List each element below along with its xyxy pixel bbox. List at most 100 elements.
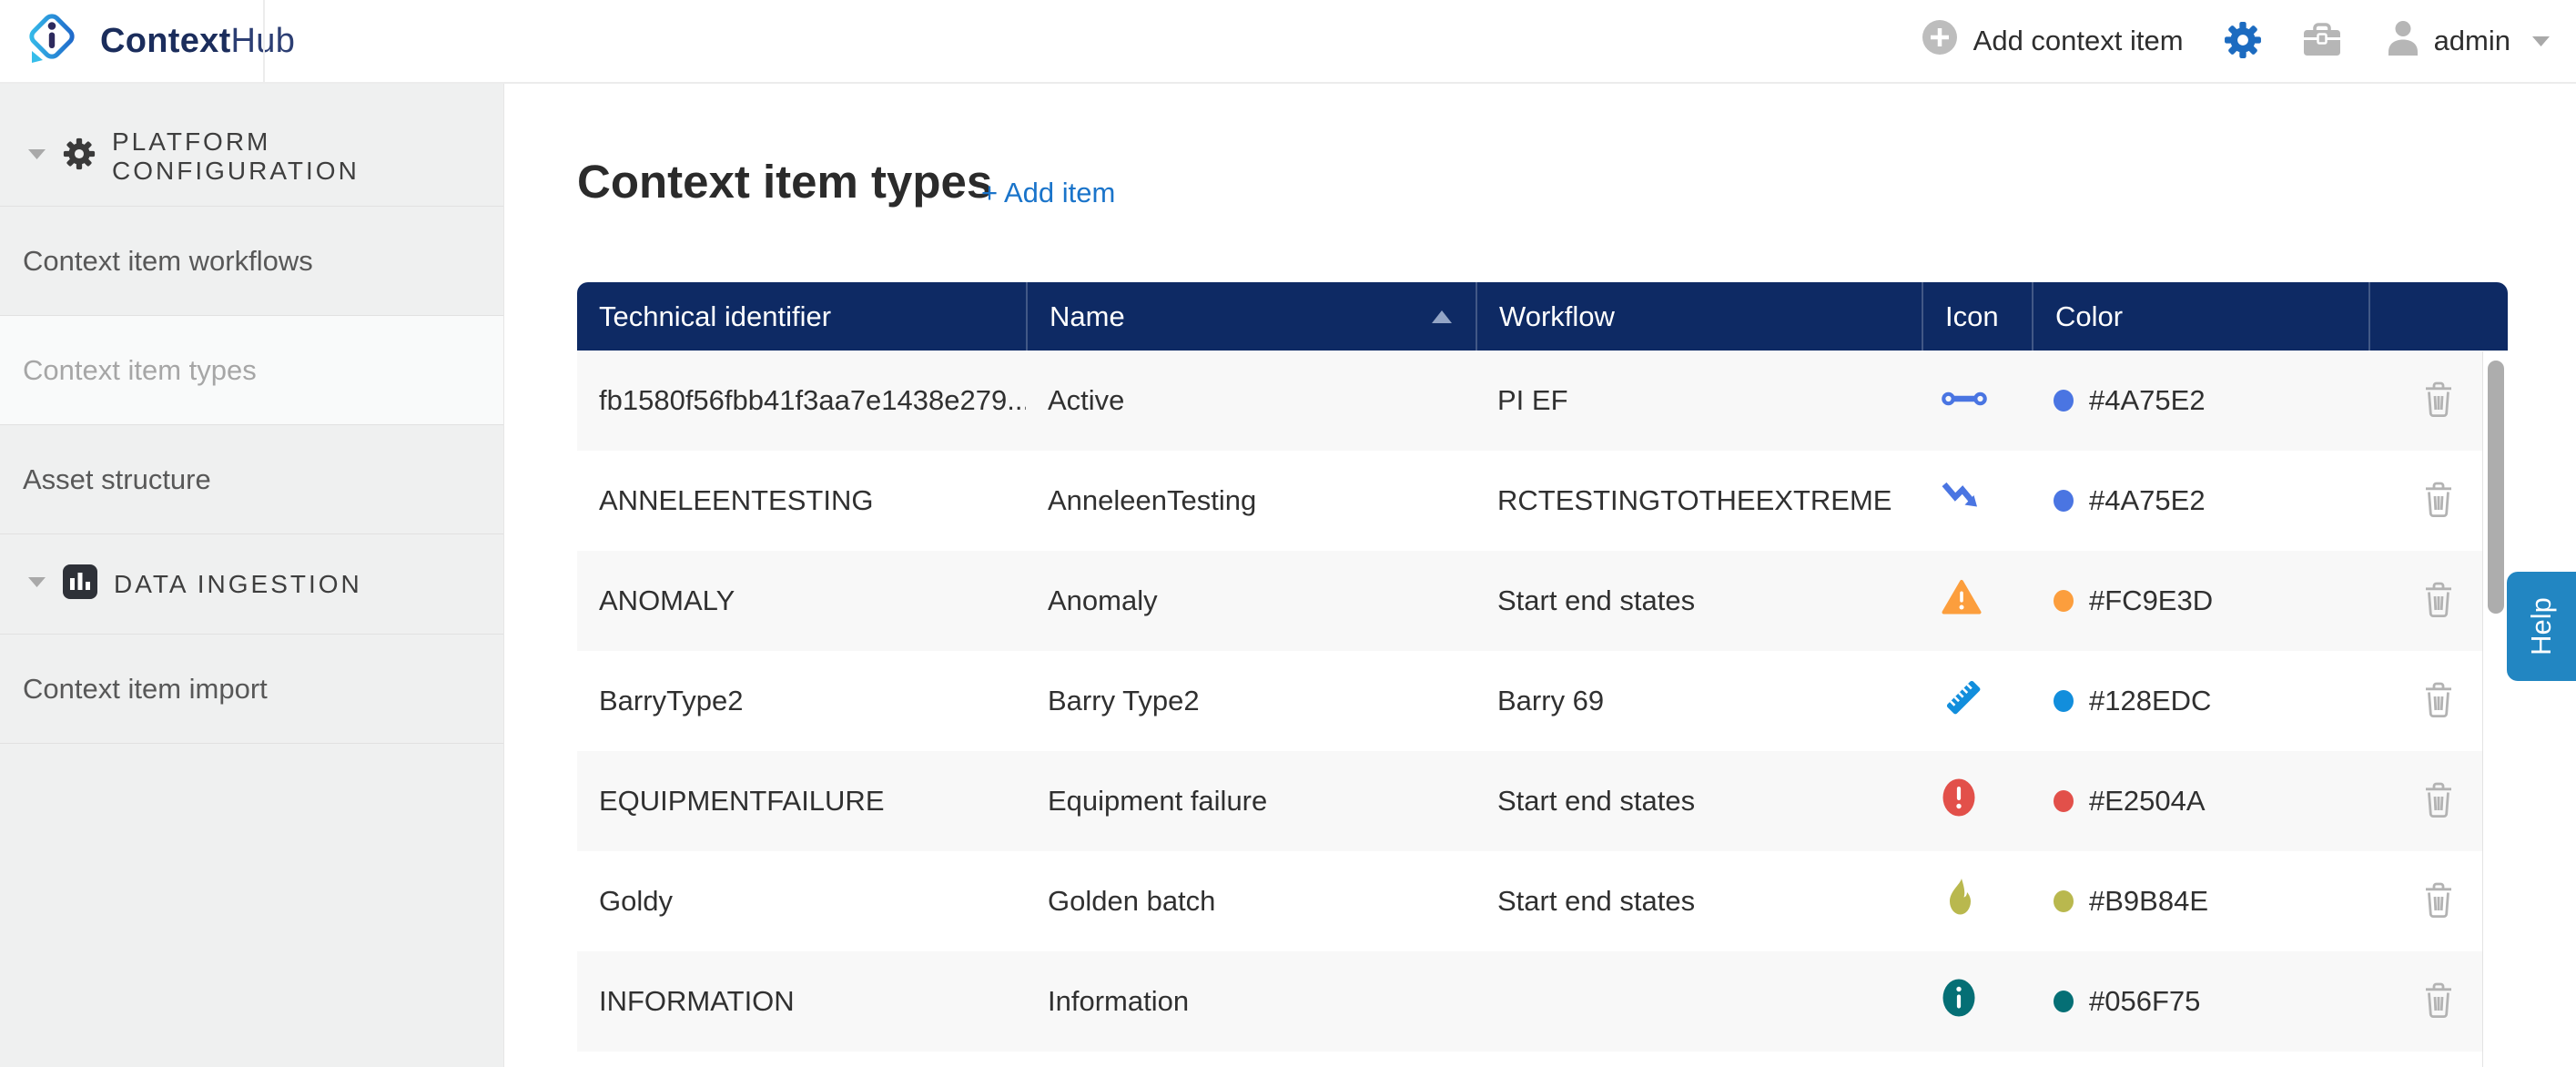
color-dot <box>2054 490 2074 512</box>
sidebar-item-label: Context item workflows <box>23 245 313 278</box>
trash-icon <box>2424 582 2453 621</box>
settings-button[interactable] <box>2224 21 2262 62</box>
cell-color: #4A75E2 <box>2032 351 2368 451</box>
contexthub-logo-icon <box>24 10 80 73</box>
table-header-row: Technical identifier NameWorkflowIcon Colo… <box>577 282 2508 351</box>
color-dot <box>2054 590 2074 612</box>
delete-button[interactable] <box>2424 482 2453 521</box>
user-menu[interactable]: admin <box>2386 19 2551 63</box>
delete-button[interactable] <box>2424 582 2453 621</box>
cell-color: #B9B84E <box>2032 851 2368 951</box>
color-dot <box>2054 890 2074 912</box>
top-bar-actions: Add context item admin <box>1922 19 2576 63</box>
cell-icon <box>1922 651 2032 751</box>
color-hex-label: #128EDC <box>2089 685 2211 717</box>
column-header-name[interactable]: Name <box>1026 282 1476 351</box>
add-context-item-label: Add context item <box>1973 25 2184 57</box>
column-header-technical-identifier[interactable]: Technical identifier <box>577 282 1026 351</box>
table-row[interactable]: INFORMATIONInformation#056F75 <box>577 951 2508 1052</box>
cell-icon <box>1922 351 2032 451</box>
cell-workflow: Start end states <box>1476 751 1922 851</box>
table-row[interactable]: ANNELEENTESTINGAnneleenTestingRCTESTINGT… <box>577 451 2508 551</box>
plus-circle-icon <box>1922 19 1958 63</box>
header-divider <box>263 0 265 82</box>
flame-icon <box>1942 877 1978 926</box>
toolbox-icon <box>2302 21 2342 62</box>
column-header-icon[interactable]: Icon <box>1922 282 2032 351</box>
trash-icon <box>2424 982 2453 1021</box>
help-tab[interactable]: Help <box>2507 572 2576 681</box>
trend-down-icon <box>1942 479 1982 523</box>
cell-icon <box>1922 951 2032 1052</box>
delete-button[interactable] <box>2424 882 2453 921</box>
sidebar-item-context-item-import[interactable]: Context item import <box>0 635 503 744</box>
cell-workflow <box>1476 951 1922 1052</box>
cell-technical-identifier: BarryType2 <box>577 651 1026 751</box>
sidebar-item-asset-structure[interactable]: Asset structure <box>0 425 503 534</box>
username-label: admin <box>2434 25 2510 57</box>
sidebar-item-label: Context item types <box>23 354 257 387</box>
sidebar-item-context-item-workflows[interactable]: Context item workflows <box>0 207 503 316</box>
table-row[interactable]: ANOMALYAnomalyStart end states#FC9E3D <box>577 551 2508 651</box>
color-hex-label: #E2504A <box>2089 785 2206 818</box>
table-row[interactable]: fb1580f56fbb41f3aa7e1438e279...ActivePI … <box>577 351 2508 451</box>
column-header-workflow[interactable]: Workflow <box>1476 282 1922 351</box>
app-logo[interactable]: ContextHub <box>0 0 295 82</box>
table-row[interactable]: BarryType2Barry Type2Barry 69 #128EDC <box>577 651 2508 751</box>
sidebar-section-data-ingestion[interactable]: DATA INGESTION <box>0 534 503 635</box>
cell-technical-identifier: Goldy <box>577 851 1026 951</box>
cell-name: Golden batch <box>1026 851 1476 951</box>
delete-button[interactable] <box>2424 982 2453 1021</box>
delete-button[interactable] <box>2424 381 2453 421</box>
cell-color: #4A75E2 <box>2032 451 2368 551</box>
color-dot <box>2054 390 2074 412</box>
cell-workflow: Barry 69 <box>1476 651 1922 751</box>
cell-technical-identifier: ANNELEENTESTING <box>577 451 1026 551</box>
cell-name: AnneleenTesting <box>1026 451 1476 551</box>
column-header-actions <box>2368 282 2508 351</box>
sidebar-section-platform-configuration[interactable]: PLATFORM CONFIGURATION <box>0 107 503 207</box>
color-dot <box>2054 790 2074 812</box>
toolbox-button[interactable] <box>2302 21 2342 62</box>
sidebar: PLATFORM CONFIGURATION Context item workf… <box>0 84 504 1067</box>
table-row[interactable]: GoldyGolden batchStart end states#B9B84E <box>577 851 2508 951</box>
column-header-label: Technical identifier <box>599 300 831 333</box>
app-title: ContextHub <box>100 22 295 61</box>
sidebar-item-label: Asset structure <box>23 463 211 496</box>
color-hex-label: #4A75E2 <box>2089 484 2206 517</box>
cell-workflow: PI EF <box>1476 351 1922 451</box>
cell-icon <box>1922 751 2032 851</box>
cell-color: #128EDC <box>2032 651 2368 751</box>
help-tab-label: Help <box>2525 597 2558 655</box>
table-row[interactable]: EQUIPMENTFAILUREEquipment failureStart e… <box>577 751 2508 851</box>
column-header-label: Color <box>2055 300 2123 333</box>
delete-button[interactable] <box>2424 682 2453 721</box>
color-hex-label: #B9B84E <box>2089 885 2208 918</box>
table-scrollbar-thumb[interactable] <box>2488 361 2504 614</box>
add-context-item-button[interactable]: Add context item <box>1922 19 2184 63</box>
cell-workflow: Start end states <box>1476 551 1922 651</box>
sidebar-section-label: DATA INGESTION <box>114 570 362 599</box>
cell-name: Equipment failure <box>1026 751 1476 851</box>
sidebar-item-context-item-types[interactable]: Context item types <box>0 316 503 425</box>
cell-name: Active <box>1026 351 1476 451</box>
cell-workflow: RCTESTINGTOTHEEXTREME <box>1476 451 1922 551</box>
cell-technical-identifier: INFORMATION <box>577 951 1026 1052</box>
link-icon <box>1942 384 1987 417</box>
gear-icon <box>2224 21 2262 62</box>
info-icon <box>1942 978 1976 1025</box>
cell-color: #E2504A <box>2032 751 2368 851</box>
chevron-down-icon <box>2531 36 2551 47</box>
color-hex-label: #FC9E3D <box>2089 584 2213 617</box>
context-item-types-table: Technical identifier NameWorkflowIcon Colo… <box>577 282 2508 1052</box>
delete-button[interactable] <box>2424 782 2453 821</box>
cell-name: Barry Type2 <box>1026 651 1476 751</box>
add-item-link[interactable]: + Add item <box>981 177 1115 209</box>
cell-icon <box>1922 551 2032 651</box>
cell-icon <box>1922 851 2032 951</box>
table-scrollbar-track[interactable] <box>2482 351 2509 1067</box>
column-header-color[interactable]: Color <box>2032 282 2368 351</box>
cell-name: Anomaly <box>1026 551 1476 651</box>
trash-icon <box>2424 782 2453 821</box>
trash-icon <box>2424 482 2453 521</box>
